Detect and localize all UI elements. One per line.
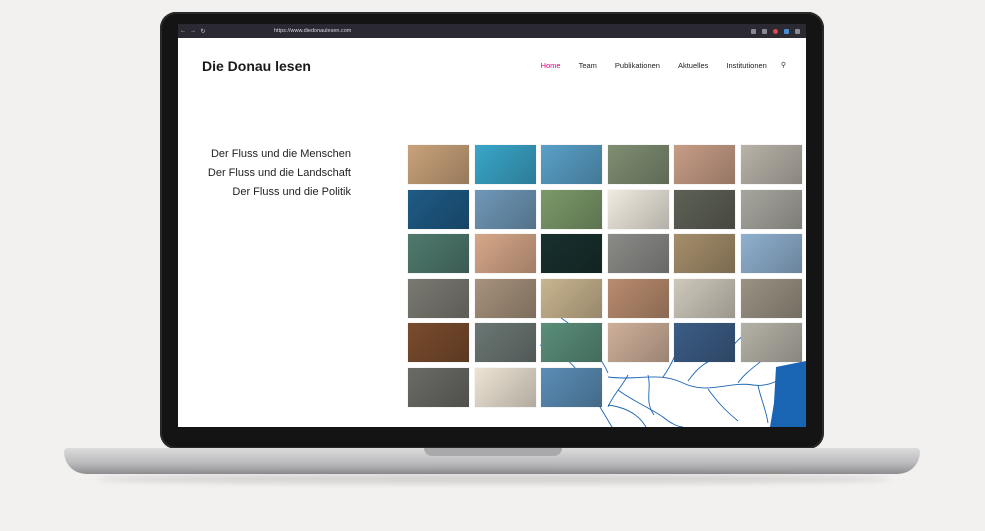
mosaic-image-tile[interactable]: [607, 145, 669, 184]
nav-institutionen[interactable]: Institutionen: [726, 61, 766, 70]
mosaic-image-tile[interactable]: [474, 234, 536, 273]
mosaic-image-tile[interactable]: [674, 234, 735, 273]
nav-publikationen[interactable]: Publikationen: [615, 61, 660, 70]
search-icon[interactable]: ⚲: [781, 61, 786, 70]
browser-extensions: [751, 24, 800, 38]
mosaic-image-tile[interactable]: [740, 323, 802, 362]
mosaic-image-tile[interactable]: [474, 189, 536, 229]
mosaic-image-tile[interactable]: [541, 145, 602, 184]
shield-icon[interactable]: [751, 28, 756, 34]
mosaic-image-tile[interactable]: [740, 278, 802, 318]
nav-team[interactable]: Team: [579, 61, 597, 70]
river-line: [757, 384, 769, 424]
image-mosaic: [408, 145, 806, 427]
mosaic-image-tile[interactable]: [408, 234, 469, 273]
extension-icon[interactable]: [773, 28, 778, 34]
mosaic-image-tile[interactable]: [607, 323, 669, 362]
mosaic-image-tile[interactable]: [674, 145, 735, 184]
mosaic-image-tile[interactable]: [408, 367, 469, 407]
mosaic-image-tile[interactable]: [740, 234, 802, 273]
mosaic-image-tile[interactable]: [740, 189, 802, 229]
mosaic-image-tile[interactable]: [474, 367, 536, 407]
mosaic-image-tile[interactable]: [674, 189, 735, 229]
mosaic-image-tile[interactable]: [541, 189, 602, 229]
river-line: [707, 388, 739, 422]
mosaic-image-tile[interactable]: [408, 278, 469, 318]
site-title[interactable]: Die Donau lesen: [202, 58, 311, 74]
browser-screen: ← → ↻ https://www.diedonaulesen.com Die …: [178, 24, 806, 427]
browser-toolbar: ← → ↻ https://www.diedonaulesen.com: [178, 24, 806, 38]
mosaic-image-tile[interactable]: [474, 323, 536, 362]
mosaic-image-tile[interactable]: [607, 234, 669, 273]
river-line: [607, 374, 629, 408]
mosaic-image-tile[interactable]: [740, 145, 802, 184]
extension-icon[interactable]: [784, 28, 789, 34]
river-line: [607, 404, 647, 427]
mosaic-image-tile[interactable]: [607, 278, 669, 318]
main-nav: Home Team Publikationen Aktuelles Instit…: [523, 61, 786, 70]
mosaic-image-tile[interactable]: [607, 189, 669, 229]
address-bar[interactable]: https://www.diedonaulesen.com: [274, 28, 351, 34]
mosaic-image-tile[interactable]: [474, 145, 536, 184]
nav-home[interactable]: Home: [541, 61, 561, 70]
mosaic-image-tile[interactable]: [541, 234, 602, 273]
forward-arrow-icon[interactable]: →: [188, 28, 198, 34]
nav-aktuelles[interactable]: Aktuelles: [678, 61, 708, 70]
mosaic-image-tile[interactable]: [674, 278, 735, 318]
download-icon[interactable]: [762, 28, 767, 34]
reload-icon[interactable]: ↻: [198, 28, 208, 35]
mosaic-image-tile[interactable]: [541, 367, 602, 407]
mosaic-image-tile[interactable]: [541, 323, 602, 362]
mosaic-image-tile[interactable]: [541, 278, 602, 318]
mosaic-image-tile[interactable]: [474, 278, 536, 318]
river-line: [607, 376, 787, 389]
laptop-shadow: [96, 474, 890, 484]
theme-link-politik[interactable]: Der Fluss und die Politik: [208, 183, 351, 202]
back-arrow-icon[interactable]: ←: [178, 28, 188, 34]
theme-links: Der Fluss und die Menschen Der Fluss und…: [208, 145, 351, 202]
mosaic-image-tile[interactable]: [674, 323, 735, 362]
mosaic-image-tile[interactable]: [408, 145, 469, 184]
theme-link-menschen[interactable]: Der Fluss und die Menschen: [208, 145, 351, 164]
theme-link-landschaft[interactable]: Der Fluss und die Landschaft: [208, 164, 351, 183]
mosaic-image-tile[interactable]: [408, 189, 469, 229]
menu-icon[interactable]: [795, 28, 800, 34]
laptop-notch: [424, 448, 562, 456]
mosaic-image-tile[interactable]: [408, 323, 469, 362]
